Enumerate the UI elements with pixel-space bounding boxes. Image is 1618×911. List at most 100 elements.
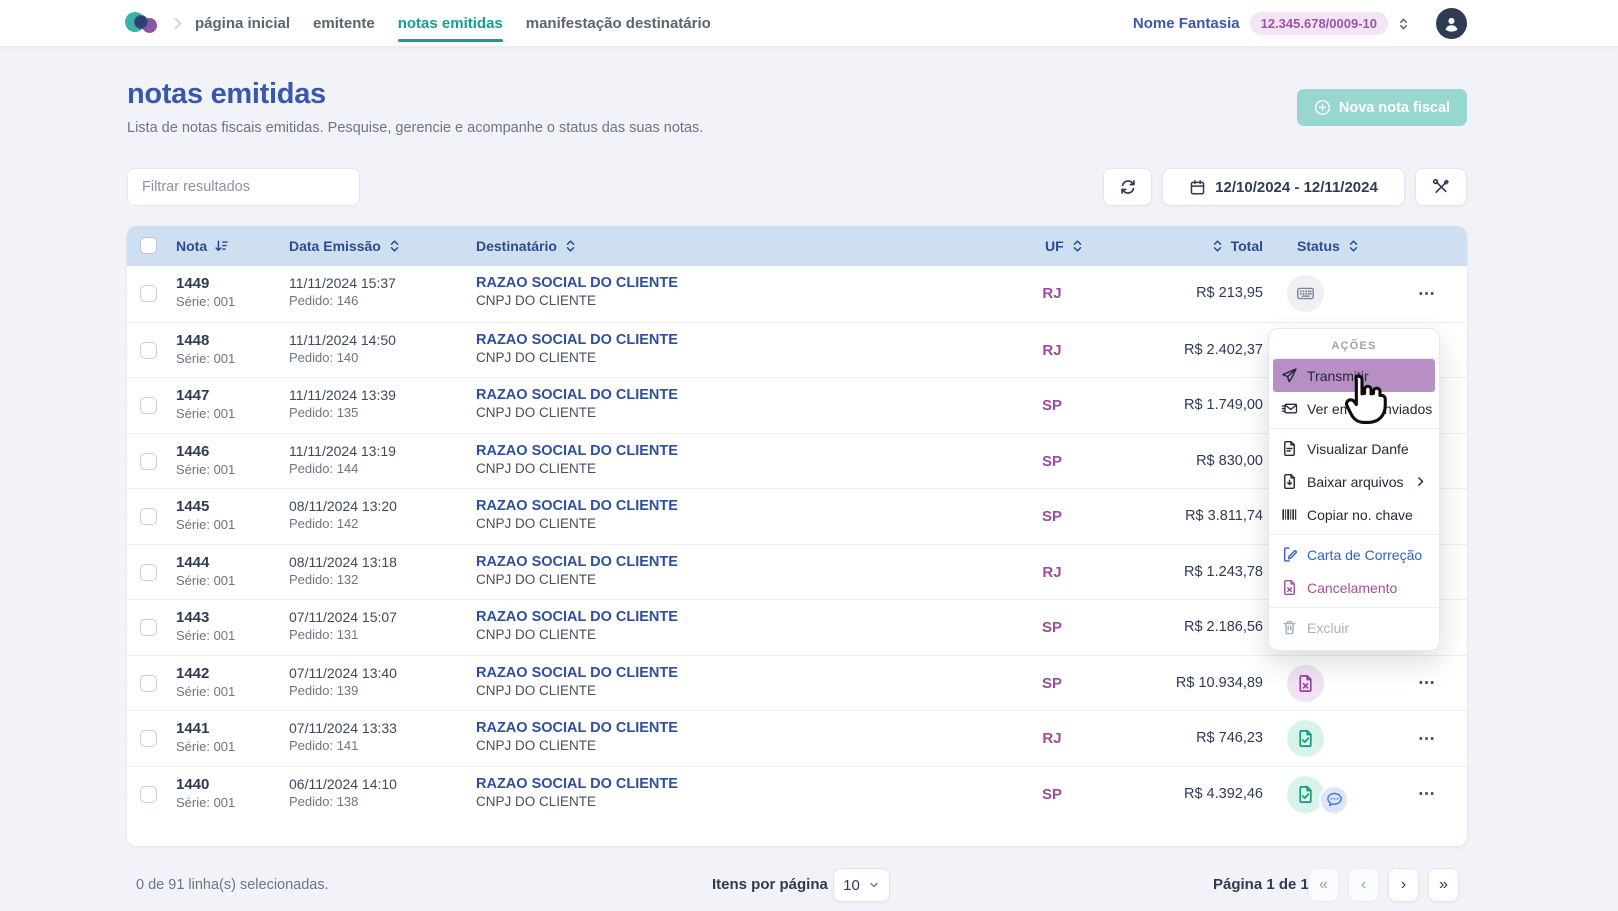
nav-item-emitente[interactable]: emitente — [313, 0, 375, 47]
recipient-link[interactable]: RAZAO SOCIAL DO CLIENTE — [476, 720, 678, 736]
emission-cell: 07/11/2024 13:40 Pedido: 139 — [289, 665, 397, 698]
recipient-link[interactable]: RAZAO SOCIAL DO CLIENTE — [476, 443, 678, 459]
menu-item-label: Baixar arquivos — [1307, 474, 1404, 490]
recipient-link[interactable]: RAZAO SOCIAL DO CLIENTE — [476, 332, 678, 348]
row-checkbox[interactable] — [140, 397, 157, 414]
row-checkbox[interactable] — [140, 675, 157, 692]
row-checkbox[interactable] — [140, 619, 157, 636]
order-number: Pedido: 131 — [289, 627, 397, 642]
menu-item-cancelamento[interactable]: Cancelamento — [1269, 571, 1439, 604]
invoice-number: 1449 — [176, 275, 235, 292]
total-value: R$ 1.749,00 — [1184, 378, 1263, 434]
emission-cell: 11/11/2024 14:50 Pedido: 140 — [289, 332, 396, 365]
nav-item-notas-emitidas[interactable]: notas emitidas — [398, 0, 503, 47]
sort-icon — [1211, 239, 1224, 253]
recipient-link[interactable]: RAZAO SOCIAL DO CLIENTE — [476, 554, 678, 570]
menu-item-visualizar-danfe[interactable]: Visualizar Danfe — [1269, 432, 1439, 465]
filter-input[interactable] — [127, 168, 360, 206]
table-row: 1440 Série: 001 06/11/2024 14:10 Pedido:… — [127, 766, 1467, 822]
sort-icon — [388, 239, 401, 253]
menu-divider — [1269, 428, 1439, 429]
menu-item-baixar-arquivos[interactable]: Baixar arquivos — [1269, 465, 1439, 498]
menu-item-carta-de-corre-o[interactable]: Carta de Correção — [1269, 538, 1439, 571]
company-switcher-chevrons-icon[interactable] — [1397, 17, 1410, 31]
row-checkbox[interactable] — [140, 453, 157, 470]
order-number: Pedido: 139 — [289, 683, 397, 698]
new-invoice-label: Nova nota fiscal — [1339, 100, 1450, 116]
row-checkbox[interactable] — [140, 342, 157, 359]
header-destinatario[interactable]: Destinatário — [476, 226, 577, 266]
menu-item-ver-emails-enviados[interactable]: Ver emails enviados — [1269, 392, 1439, 425]
row-checkbox[interactable] — [140, 508, 157, 525]
nota-cell: 1445 Série: 001 — [176, 498, 235, 532]
recipient-link[interactable]: RAZAO SOCIAL DO CLIENTE — [476, 665, 678, 681]
emission-cell: 11/11/2024 13:39 Pedido: 135 — [289, 387, 396, 420]
recipient-link[interactable]: RAZAO SOCIAL DO CLIENTE — [476, 609, 678, 625]
last-page-button[interactable]: » — [1428, 868, 1459, 902]
total-value: R$ 4.392,46 — [1184, 767, 1263, 823]
logo-navy-blob — [134, 15, 148, 29]
nav-item-página-inicial[interactable]: página inicial — [195, 0, 290, 47]
header-nota[interactable]: Nota — [176, 226, 229, 266]
recipient-link[interactable]: RAZAO SOCIAL DO CLIENTE — [476, 387, 678, 403]
emission-datetime: 07/11/2024 13:33 — [289, 720, 397, 736]
date-range-button[interactable]: 12/10/2024 - 12/11/2024 — [1162, 168, 1405, 206]
calendar-icon — [1189, 179, 1206, 196]
emission-cell: 11/11/2024 15:37 Pedido: 146 — [289, 275, 396, 308]
uf-value: SP — [1027, 489, 1077, 545]
barcode-icon — [1281, 506, 1298, 523]
recipient-link[interactable]: RAZAO SOCIAL DO CLIENTE — [476, 275, 678, 291]
table-row: 1446 Série: 001 11/11/2024 13:19 Pedido:… — [127, 433, 1467, 489]
table-settings-button[interactable] — [1415, 168, 1467, 206]
nav-item-manifestação-destinatário[interactable]: manifestação destinatário — [526, 0, 711, 47]
recipient-link[interactable]: RAZAO SOCIAL DO CLIENTE — [476, 776, 678, 792]
refresh-button[interactable] — [1103, 168, 1152, 206]
select-all-checkbox[interactable] — [140, 237, 157, 254]
status-cell — [1287, 720, 1324, 757]
header-total[interactable]: Total — [1211, 226, 1263, 266]
user-avatar[interactable] — [1436, 8, 1467, 39]
invoice-series: Série: 001 — [176, 739, 235, 754]
order-number: Pedido: 146 — [289, 293, 396, 308]
header-status[interactable]: Status — [1297, 226, 1360, 266]
next-page-button[interactable]: › — [1388, 868, 1419, 902]
items-per-page-select[interactable]: 10 — [833, 868, 890, 902]
emission-cell: 08/11/2024 13:18 Pedido: 132 — [289, 554, 397, 587]
status-cell — [1287, 776, 1349, 815]
order-number: Pedido: 144 — [289, 461, 396, 476]
app-logo-icon[interactable] — [125, 9, 163, 37]
row-actions-button[interactable]: ⋯ — [1410, 656, 1444, 712]
items-per-page-label: Itens por página — [712, 876, 828, 893]
person-icon — [1442, 14, 1461, 33]
header-data-emissao[interactable]: Data Emissão — [289, 226, 401, 266]
menu-item-excluir: Excluir — [1269, 611, 1439, 644]
header-destinatario-label: Destinatário — [476, 238, 557, 254]
company-name[interactable]: Nome Fantasia — [1133, 15, 1240, 32]
total-value: R$ 2.402,37 — [1184, 323, 1263, 379]
previous-page-button[interactable]: ‹ — [1348, 868, 1379, 902]
order-number: Pedido: 135 — [289, 405, 396, 420]
status-authorized-icon — [1287, 776, 1324, 813]
invoice-number: 1445 — [176, 498, 235, 515]
row-actions-button[interactable]: ⋯ — [1410, 767, 1444, 823]
menu-item-copiar-no-chave[interactable]: Copiar no. chave — [1269, 498, 1439, 531]
recipient-cnpj: CNPJ DO CLIENTE — [476, 683, 678, 698]
emission-cell: 06/11/2024 14:10 Pedido: 138 — [289, 776, 397, 809]
send-icon — [1281, 367, 1298, 384]
header-uf[interactable]: UF — [1045, 226, 1084, 266]
recipient-link[interactable]: RAZAO SOCIAL DO CLIENTE — [476, 498, 678, 514]
menu-item-transmitir[interactable]: Transmitir — [1273, 359, 1435, 392]
row-checkbox[interactable] — [140, 786, 157, 803]
first-page-button[interactable]: « — [1308, 868, 1339, 902]
row-actions-button[interactable]: ⋯ — [1410, 711, 1444, 767]
recipient-cnpj: CNPJ DO CLIENTE — [476, 350, 678, 365]
new-invoice-button[interactable]: Nova nota fiscal — [1297, 89, 1467, 126]
row-checkbox[interactable] — [140, 285, 157, 302]
row-checkbox[interactable] — [140, 564, 157, 581]
nota-cell: 1444 Série: 001 — [176, 554, 235, 588]
row-checkbox[interactable] — [140, 730, 157, 747]
page-title: notas emitidas — [127, 78, 326, 111]
row-actions-button[interactable]: ⋯ — [1410, 266, 1444, 322]
emission-cell: 08/11/2024 13:20 Pedido: 142 — [289, 498, 397, 531]
nota-cell: 1440 Série: 001 — [176, 776, 235, 810]
